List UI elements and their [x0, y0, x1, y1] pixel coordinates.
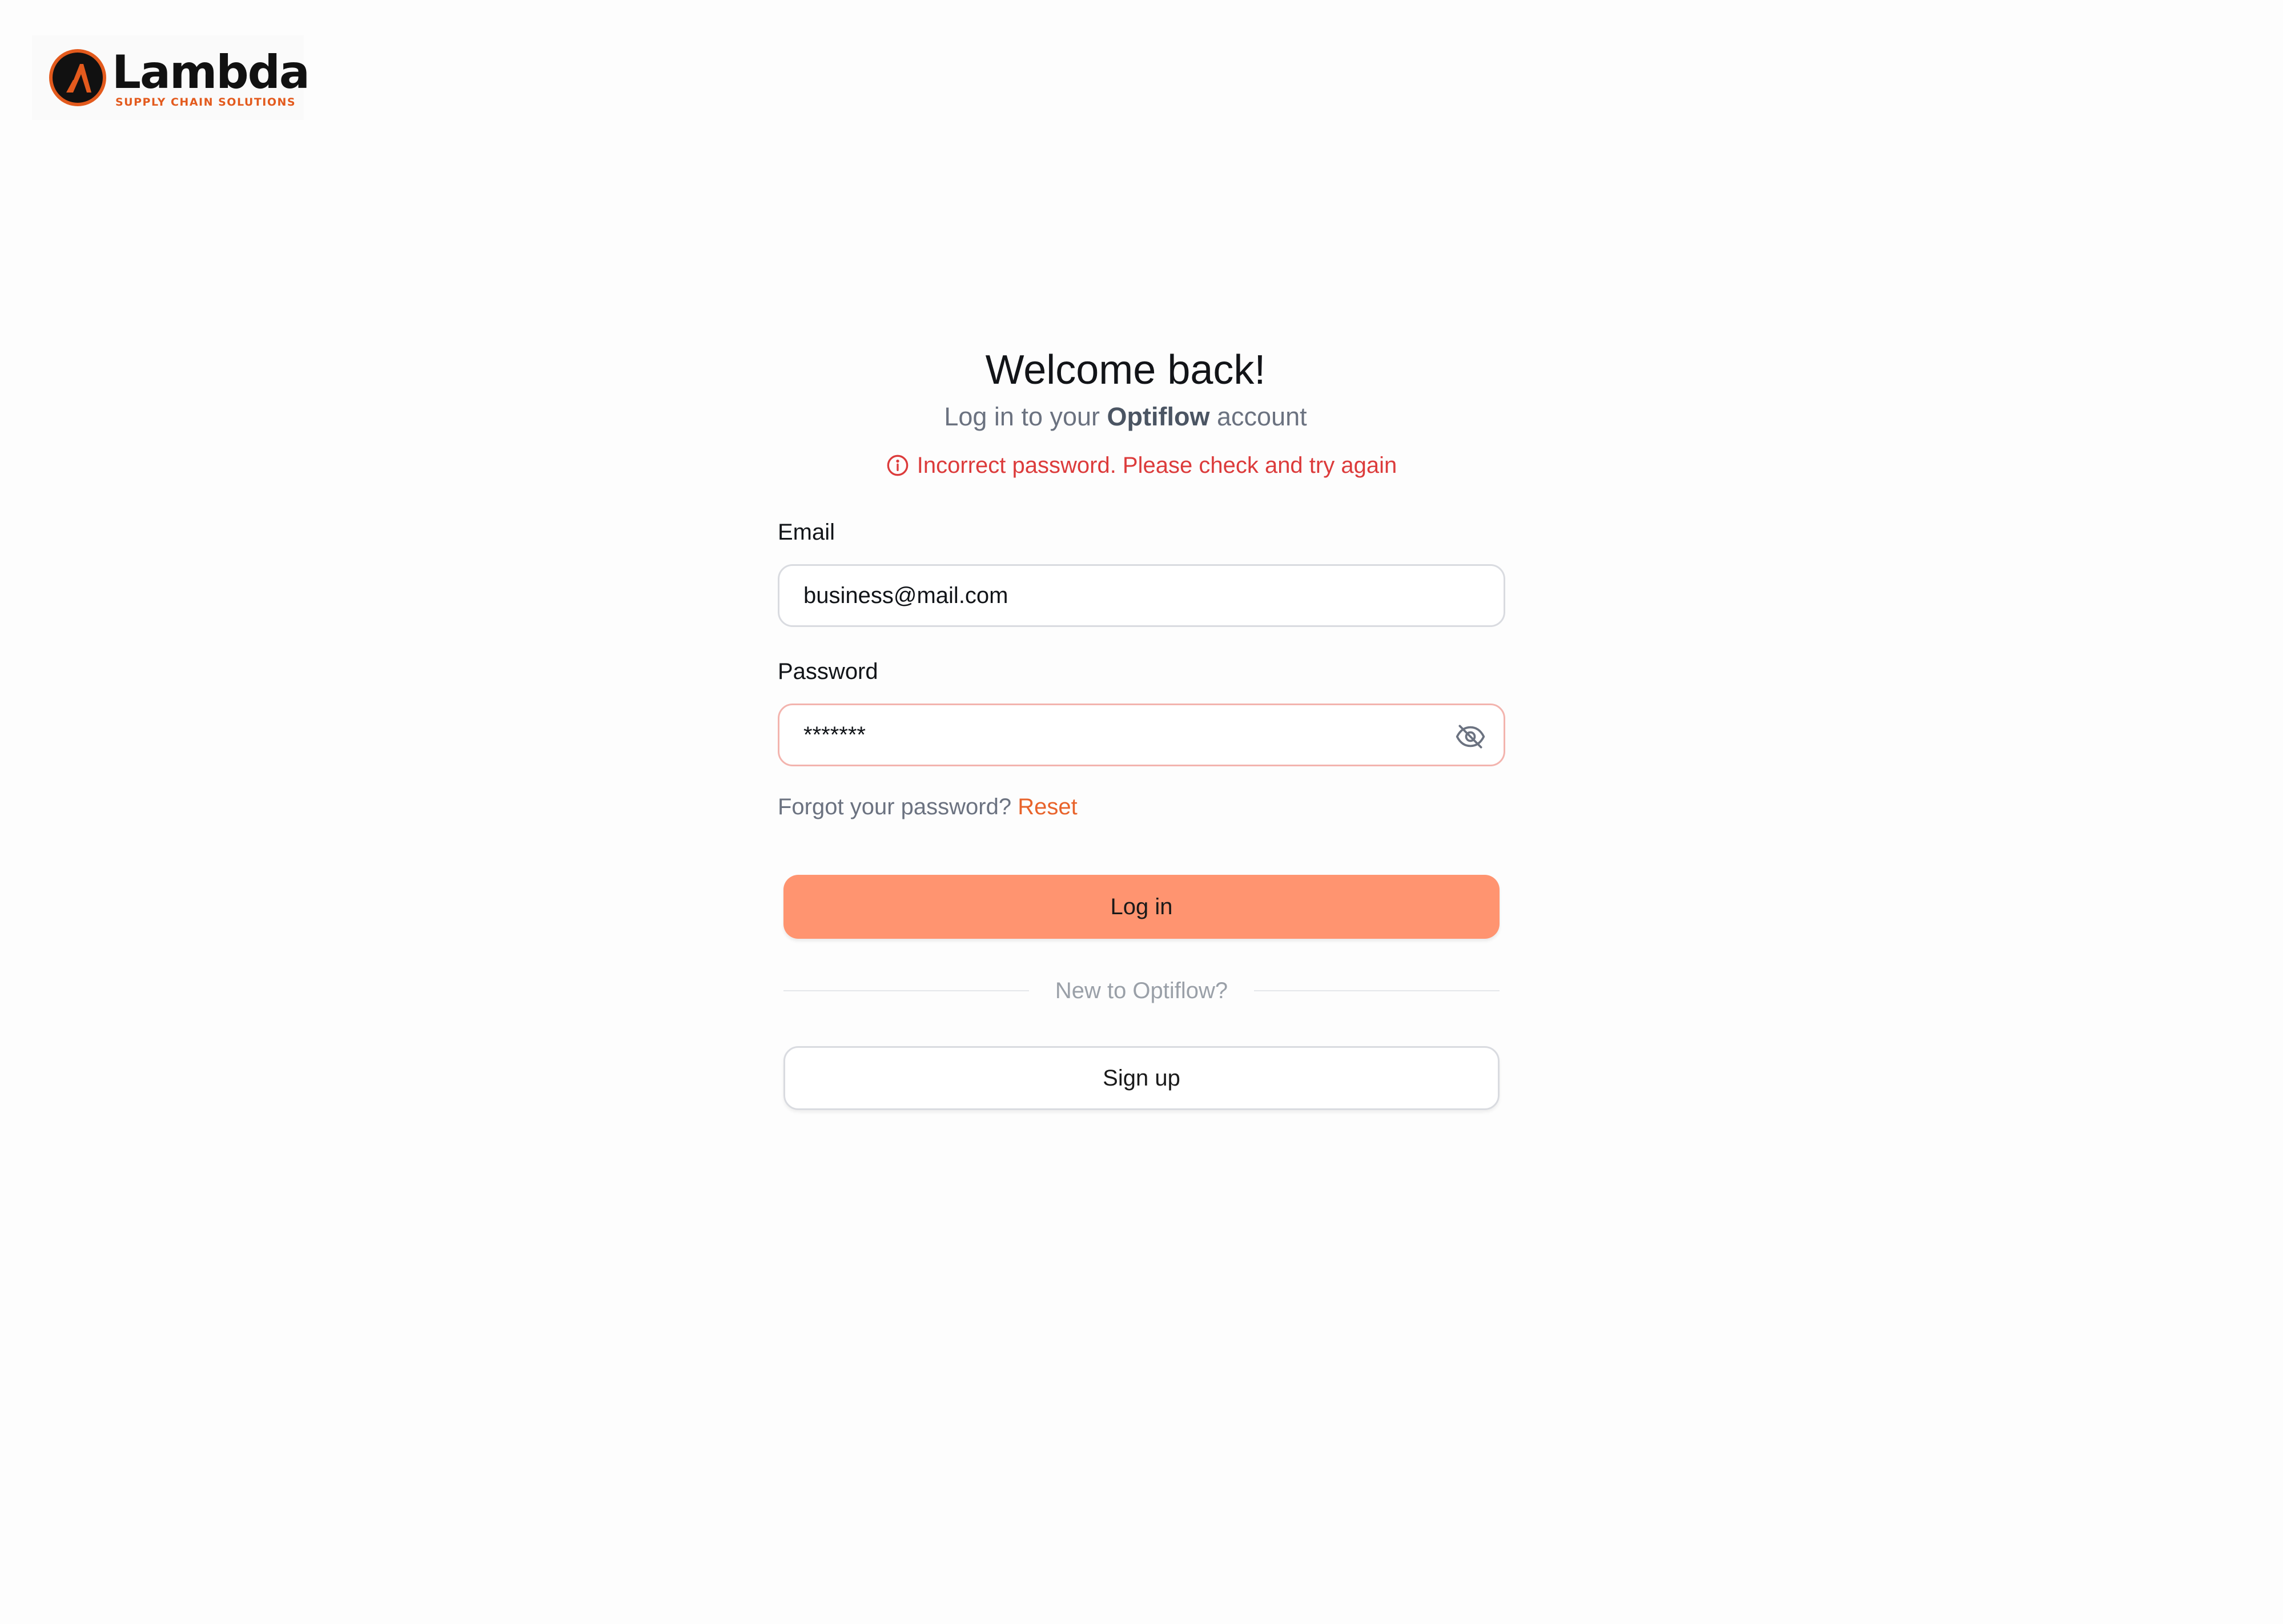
lambda-logo-icon — [49, 49, 106, 106]
info-circle-icon — [887, 455, 909, 476]
password-label: Password — [778, 659, 878, 684]
email-value: business@mail.com — [803, 582, 1008, 608]
subtitle-prefix: Log in to your — [944, 402, 1100, 431]
logo-tagline: SUPPLY CHAIN SOLUTIONS — [115, 96, 296, 108]
page-subtitle: Log in to your Optiflow account — [778, 401, 1473, 433]
subtitle-suffix: account — [1217, 402, 1307, 431]
forgot-password: Forgot your password? Reset — [778, 793, 1078, 821]
email-field[interactable]: business@mail.com — [778, 564, 1505, 627]
password-value: ******* — [803, 722, 866, 747]
email-label: Email — [778, 520, 835, 545]
signup-button[interactable]: Sign up — [783, 1046, 1500, 1110]
login-button[interactable]: Log in — [783, 875, 1500, 939]
logo-wordmark: Lambda — [112, 46, 310, 99]
divider-text: New to Optiflow? — [1055, 978, 1228, 1003]
divider-line-right — [1254, 990, 1500, 991]
divider: New to Optiflow? — [783, 976, 1500, 1005]
subtitle-brand: Optiflow — [1107, 402, 1210, 431]
password-field[interactable]: ******* — [778, 704, 1505, 766]
page-title: Welcome back! — [985, 347, 1266, 393]
brand-logo: Lambda SUPPLY CHAIN SOLUTIONS — [32, 35, 310, 120]
error-message: Incorrect password. Please check and try… — [778, 451, 1505, 480]
forgot-prompt: Forgot your password? — [778, 794, 1012, 819]
error-text: Incorrect password. Please check and try… — [917, 453, 1397, 478]
eye-off-icon[interactable] — [1454, 721, 1486, 753]
reset-link[interactable]: Reset — [1018, 794, 1078, 819]
divider-line-left — [783, 990, 1029, 991]
